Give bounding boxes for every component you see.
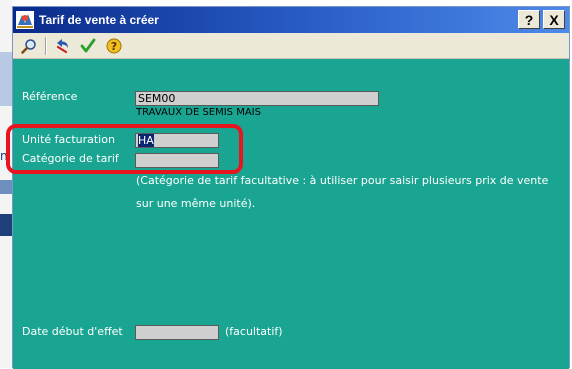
checkmark-icon[interactable] [78,36,98,56]
close-button[interactable]: X [543,10,565,29]
toolbar: ? [13,33,569,59]
background-panel-strip [0,180,12,194]
annotation-highlight [6,124,243,174]
window-title: Tarif de vente à créer [39,13,159,27]
help-button[interactable]: ? [518,10,540,29]
reference-field[interactable]: SEM00 [135,91,379,106]
categorie-note-line2: sur une même unité). [136,197,256,210]
categorie-note-line1: (Catégorie de tarif facultative : à util… [136,174,549,187]
form-panel: Référence SEM00 TRAVAUX DE SEMIS MAIS Un… [13,59,569,369]
toolbar-separator [45,36,46,55]
date-debut-label: Date début d'effet [22,325,123,338]
date-debut-field[interactable] [135,325,219,340]
background-panel-strip [0,52,12,106]
svg-text:?: ? [111,40,117,53]
undo-icon[interactable] [52,36,72,56]
app-icon [16,11,34,29]
dialog-window: Tarif de vente à créer ? X ? Référence S… [12,6,570,369]
title-bar[interactable]: Tarif de vente à créer ? X [13,7,569,33]
date-debut-note: (facultatif) [225,325,283,338]
help-icon[interactable]: ? [104,36,124,56]
search-icon[interactable] [19,36,39,56]
reference-label: Référence [22,90,78,103]
reference-description: TRAVAUX DE SEMIS MAIS [136,107,261,118]
background-panel-strip [0,214,12,236]
